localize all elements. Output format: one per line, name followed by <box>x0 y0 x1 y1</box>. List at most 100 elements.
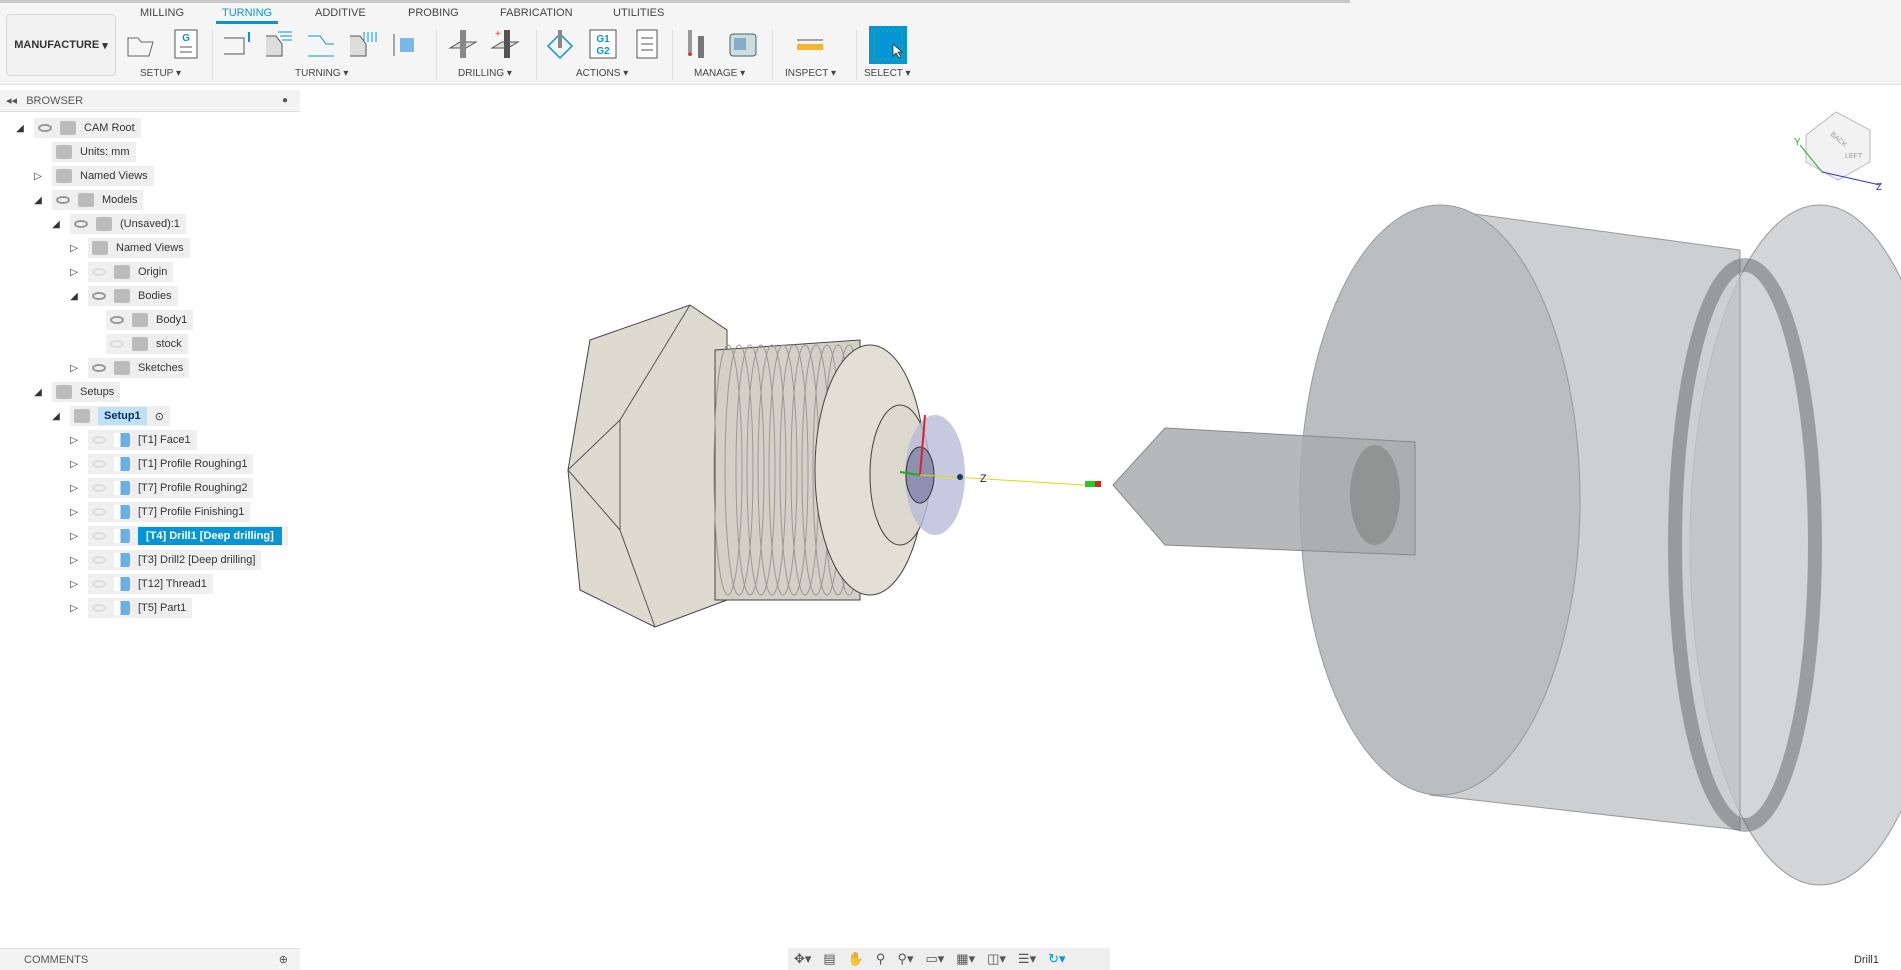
comments-panel[interactable]: COMMENTS ⊕ <box>0 948 300 970</box>
visibility-icon[interactable] <box>92 460 106 468</box>
expand-arrow-icon[interactable]: ▷ <box>68 555 80 566</box>
tree-item-body[interactable]: [T3] Drill2 [Deep drilling] <box>88 550 262 570</box>
expand-arrow-icon[interactable]: ▷ <box>68 459 80 470</box>
tree-item-body[interactable]: [T5] Part1 <box>88 598 193 618</box>
group-select[interactable]: SELECT ▾ <box>864 68 911 79</box>
expand-arrow-icon[interactable]: ▷ <box>68 507 80 518</box>
visibility-icon[interactable] <box>110 316 124 324</box>
tree-item[interactable]: stock <box>86 334 188 354</box>
tree-item-body[interactable]: [T4] Drill1 [Deep drilling] <box>88 526 288 546</box>
tree-item[interactable]: ▷ Named Views <box>32 166 154 186</box>
collapse-arrow-icon[interactable]: ◢ <box>32 195 44 206</box>
tree-item[interactable]: ▷ Sketches <box>68 358 190 378</box>
tree-item[interactable]: ◢ (Unsaved):1 <box>50 214 186 234</box>
tab-fabrication[interactable]: FABRICATION <box>500 7 573 19</box>
tab-turning[interactable]: TURNING <box>215 7 279 24</box>
display-settings-icon[interactable]: ▭▾ <box>925 951 944 967</box>
tree-item-body[interactable]: Setups <box>52 382 121 402</box>
expand-arrow-icon[interactable]: ▷ <box>68 579 80 590</box>
tree-item-body[interactable]: [T12] Thread1 <box>88 574 213 594</box>
add-comment-icon[interactable]: ⊕ <box>279 953 288 966</box>
tab-additive[interactable]: ADDITIVE <box>315 7 366 19</box>
visibility-icon[interactable] <box>92 484 106 492</box>
expand-arrow-icon[interactable]: ▷ <box>68 603 80 614</box>
measure-icon[interactable] <box>795 28 825 60</box>
tree-item[interactable]: Units: mm <box>32 142 136 162</box>
tool-library-icon[interactable] <box>684 28 714 60</box>
collapse-arrow-icon[interactable]: ◢ <box>14 123 26 134</box>
tree-item-body[interactable]: Named Views <box>52 166 154 186</box>
visibility-icon[interactable] <box>38 124 52 132</box>
visibility-icon[interactable] <box>92 436 106 444</box>
workspace-switcher[interactable]: MANUFACTURE ▾ <box>6 14 116 76</box>
nc-program-icon[interactable]: G <box>172 28 202 60</box>
tree-item-body[interactable]: Origin <box>88 262 174 282</box>
new-setup-icon[interactable] <box>126 28 156 60</box>
tree-item[interactable]: ◢ Models <box>32 190 144 210</box>
drill-add-icon[interactable]: + <box>490 28 520 60</box>
setup-sheet-icon[interactable] <box>632 28 662 60</box>
tree-item[interactable]: ▷ Named Views <box>68 238 190 258</box>
expand-arrow-icon[interactable]: ▷ <box>68 243 80 254</box>
tree-item[interactable]: ▷ [T1] Face1 <box>68 430 197 450</box>
tree-item-body[interactable]: [T7] Profile Roughing2 <box>88 478 254 498</box>
tree-item[interactable]: ◢ Setups <box>32 382 121 402</box>
tree-item-body[interactable]: Setup1 ⊙ <box>70 406 170 426</box>
tree-item-body[interactable]: Bodies <box>88 286 178 306</box>
tree-item-body[interactable]: CAM Root <box>34 118 141 138</box>
profile-roughing-icon[interactable] <box>264 28 294 60</box>
tree-item-body[interactable]: [T1] Profile Roughing1 <box>88 454 254 474</box>
tree-item-body[interactable]: (Unsaved):1 <box>70 214 186 234</box>
orbit-icon[interactable]: ✥▾ <box>794 951 811 967</box>
profile-finishing-icon[interactable] <box>306 28 336 60</box>
tree-item[interactable]: ◢ Bodies <box>68 286 178 306</box>
pin-icon[interactable]: ● <box>282 95 288 106</box>
effects-icon[interactable]: ☰▾ <box>1018 951 1036 967</box>
tree-item-body[interactable]: [T7] Profile Finishing1 <box>88 502 251 522</box>
group-turning[interactable]: TURNING ▾ <box>295 68 348 79</box>
visibility-icon[interactable] <box>92 532 106 540</box>
refresh-icon[interactable]: ↻▾ <box>1048 951 1065 967</box>
tab-milling[interactable]: MILLING <box>140 7 184 19</box>
visibility-icon[interactable] <box>74 220 88 228</box>
expand-arrow-icon[interactable]: ▷ <box>68 267 80 278</box>
group-actions[interactable]: ACTIONS ▾ <box>576 68 628 79</box>
tab-utilities[interactable]: UTILITIES <box>613 7 664 19</box>
tree-item[interactable]: ▷ [T3] Drill2 [Deep drilling] <box>68 550 262 570</box>
tree-item-body[interactable]: Body1 <box>106 310 194 330</box>
group-inspect[interactable]: INSPECT ▾ <box>785 68 836 79</box>
visibility-icon[interactable] <box>92 268 106 276</box>
group-setup[interactable]: SETUP ▾ <box>140 68 181 79</box>
visibility-icon[interactable] <box>92 580 106 588</box>
expand-arrow-icon[interactable]: ▷ <box>68 483 80 494</box>
tree-item[interactable]: Body1 <box>86 310 194 330</box>
group-manage[interactable]: MANAGE ▾ <box>694 68 745 79</box>
expand-arrow-icon[interactable]: ▷ <box>32 171 44 182</box>
zoom-window-icon[interactable]: ⚲▾ <box>897 951 913 967</box>
visibility-icon[interactable] <box>92 604 106 612</box>
tree-item[interactable]: ▷ [T7] Profile Finishing1 <box>68 502 251 522</box>
viewcube[interactable]: BACK LEFT Y Z <box>1794 111 1882 193</box>
visibility-icon[interactable] <box>92 508 106 516</box>
visibility-icon[interactable] <box>92 292 106 300</box>
collapse-arrow-icon[interactable]: ◢ <box>32 387 44 398</box>
pan-icon[interactable]: ✋ <box>848 951 864 967</box>
tree-item[interactable]: ▷ [T1] Profile Roughing1 <box>68 454 254 474</box>
tree-item[interactable]: ▷ [T12] Thread1 <box>68 574 213 594</box>
tree-item[interactable]: ▷ Origin <box>68 262 174 282</box>
tree-item[interactable]: ◢ CAM Root <box>14 118 141 138</box>
machine-library-icon[interactable] <box>728 28 758 60</box>
tree-item-body[interactable]: Units: mm <box>52 142 136 162</box>
look-at-icon[interactable]: ▤ <box>823 951 835 967</box>
group-drilling[interactable]: DRILLING ▾ <box>458 68 512 79</box>
expand-arrow-icon[interactable]: ▷ <box>68 363 80 374</box>
zoom-icon[interactable]: ⚲ <box>876 951 886 967</box>
expand-arrow-icon[interactable]: ▷ <box>68 435 80 446</box>
part-icon[interactable] <box>390 28 420 60</box>
collapse-arrow-icon[interactable]: ◢ <box>50 219 62 230</box>
tree-item-body[interactable]: Models <box>52 190 144 210</box>
tree-item[interactable]: ▷ [T5] Part1 <box>68 598 193 618</box>
collapse-arrow-icon[interactable]: ◢ <box>50 411 62 422</box>
select-icon[interactable] <box>869 26 907 64</box>
tree-item-body[interactable]: stock <box>106 334 188 354</box>
